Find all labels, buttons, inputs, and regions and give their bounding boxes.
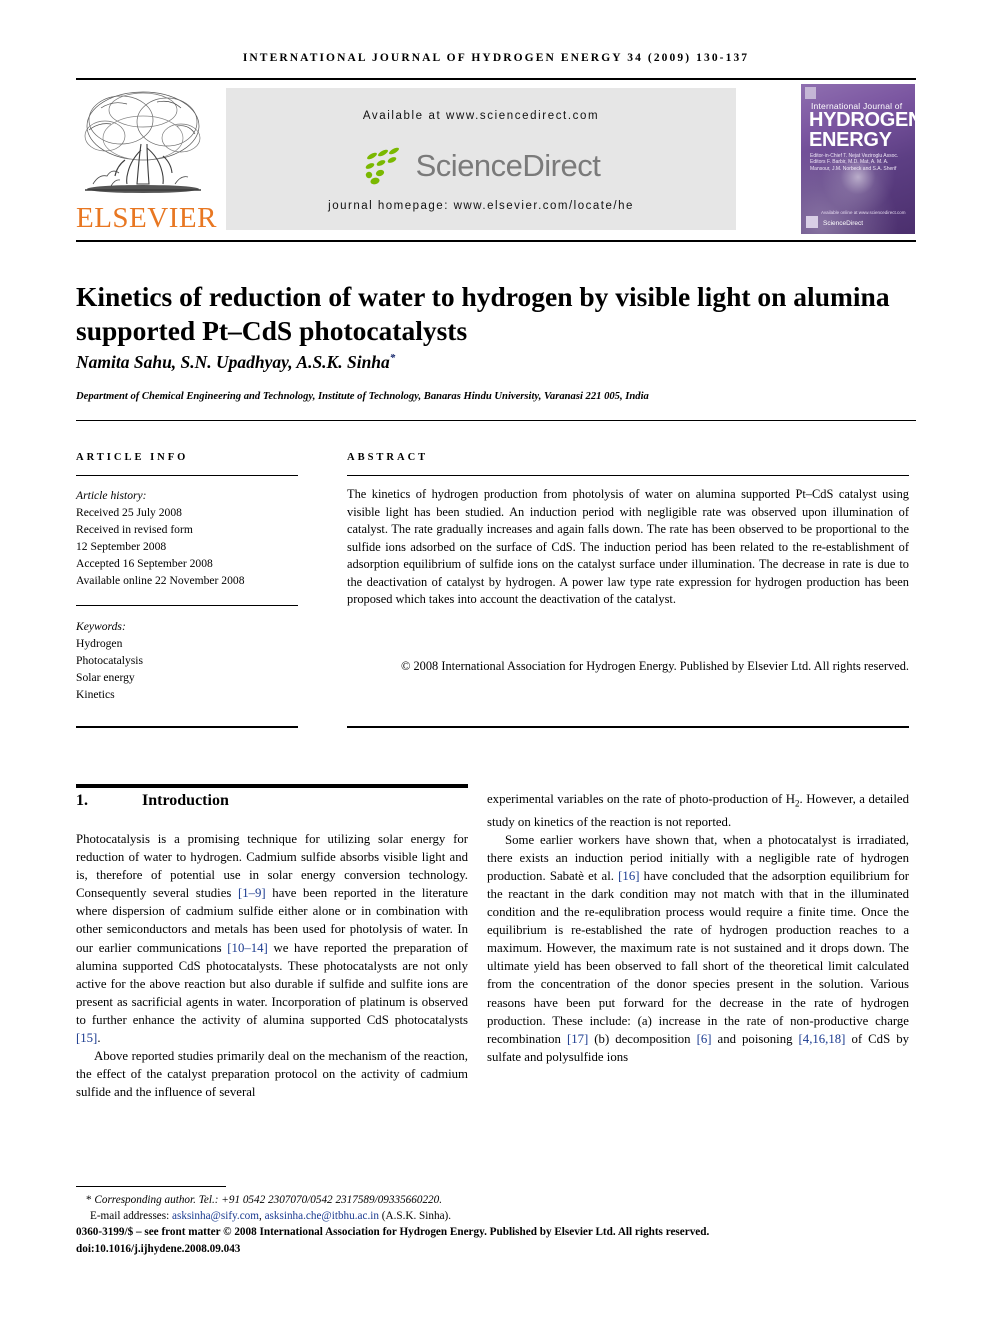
- body-column-left: Photocatalysis is a promising technique …: [76, 830, 468, 1101]
- cover-line-2: HYDROGEN: [809, 109, 915, 131]
- abstract-text: The kinetics of hydrogen production from…: [347, 487, 909, 606]
- article-info-bottom-rule: [76, 726, 298, 728]
- text-run: and poisoning: [711, 1031, 799, 1046]
- affiliation-rule: [76, 420, 916, 421]
- reference-link[interactable]: [6]: [697, 1032, 712, 1046]
- section-title: Introduction: [142, 792, 229, 809]
- author-list: Namita Sahu, S.N. Upadhyay, A.S.K. Sinha…: [76, 352, 906, 373]
- corresponding-author-note: * Corresponding author. Tel.: +91 0542 2…: [76, 1192, 916, 1208]
- masthead: ELSEVIER Available at www.sciencedirect.…: [76, 84, 916, 236]
- masthead-rule: [76, 240, 916, 242]
- journal-cover-image: International Journal of HYDROGEN ENERGY…: [801, 84, 915, 234]
- email-note: E-mail addresses: asksinha@sify.com, ask…: [76, 1208, 916, 1224]
- article-history-line: Available online 22 November 2008: [76, 574, 245, 588]
- footnote-block: * Corresponding author. Tel.: +91 0542 2…: [76, 1192, 916, 1257]
- elsevier-logo: ELSEVIER: [76, 84, 217, 236]
- iahe-badge-icon: [805, 87, 816, 99]
- journal-article-page: INTERNATIONAL JOURNAL OF HYDROGEN ENERGY…: [0, 0, 992, 1323]
- body-column-right: experimental variables on the rate of ph…: [487, 790, 909, 1066]
- keywords-rule: [76, 605, 298, 606]
- paragraph: Photocatalysis is a promising technique …: [76, 830, 468, 1047]
- abstract-bottom-rule: [347, 726, 909, 728]
- article-info-heading: ARTICLE INFO: [76, 452, 189, 463]
- keyword-item: Kinetics: [76, 688, 115, 702]
- sciencedirect-leaves-icon: [362, 147, 410, 185]
- reference-link[interactable]: [10–14]: [227, 941, 268, 955]
- available-at-text: Available at www.sciencedirect.com: [362, 110, 600, 122]
- article-history: Article history: Received 25 July 2008 R…: [76, 487, 306, 590]
- cover-editors: Editor-in-Chief T. Nejat Veziroglu Assoc…: [810, 153, 899, 172]
- text-run: have concluded that the adsorption equil…: [487, 868, 909, 1046]
- footnote-rule: [76, 1186, 226, 1187]
- email-link-primary[interactable]: asksinha@sify.com: [172, 1210, 259, 1222]
- keywords-block: Keywords: Hydrogen Photocatalysis Solar …: [76, 618, 306, 703]
- author-names: Namita Sahu, S.N. Upadhyay, A.S.K. Sinha: [76, 352, 390, 372]
- section-heading-rule: [76, 784, 468, 788]
- keyword-item: Photocatalysis: [76, 654, 143, 668]
- section-number: 1.: [76, 792, 88, 809]
- running-head: INTERNATIONAL JOURNAL OF HYDROGEN ENERGY…: [242, 52, 750, 64]
- header-rule: [76, 78, 916, 80]
- footnote-marker: *: [86, 1194, 92, 1206]
- email-label: E-mail addresses:: [90, 1210, 170, 1223]
- article-history-line: Received 25 July 2008: [76, 506, 182, 520]
- issn-copyright-line: 0360-3199/$ – see front matter © 2008 In…: [76, 1226, 710, 1239]
- sciencedirect-wordmark: ScienceDirect: [415, 148, 601, 183]
- corresponding-author-marker: *: [389, 352, 396, 365]
- article-history-line: Accepted 16 September 2008: [76, 557, 213, 571]
- abstract-copyright: © 2008 International Association for Hyd…: [400, 659, 909, 673]
- cover-line-3: ENERGY: [809, 129, 892, 151]
- email-owner: (A.S.K. Sinha).: [378, 1210, 452, 1223]
- sciencedirect-logo: ScienceDirect: [226, 143, 736, 189]
- keyword-item: Solar energy: [76, 671, 135, 685]
- elsevier-tree-icon: [81, 86, 205, 202]
- iahe-badge-bottom-icon: [806, 216, 818, 228]
- affiliation: Department of Chemical Engineering and T…: [76, 391, 649, 402]
- paragraph: Above reported studies primarily deal on…: [76, 1049, 468, 1100]
- text-run: .: [97, 1031, 101, 1046]
- keywords-label: Keywords:: [76, 620, 126, 633]
- doi-line: doi:10.1016/j.ijhydene.2008.09.043: [76, 1242, 241, 1255]
- reference-link[interactable]: [15]: [76, 1031, 97, 1045]
- reference-link[interactable]: [4,16,18]: [799, 1032, 846, 1046]
- cover-sciencedirect-label: ScienceDirect: [823, 220, 864, 227]
- abstract-heading: ABSTRACT: [347, 452, 429, 463]
- footnote-text: Corresponding author. Tel.: +91 0542 230…: [94, 1194, 443, 1206]
- reference-link[interactable]: [16]: [618, 869, 639, 883]
- email-link-secondary[interactable]: asksinha.che@itbhu.ac.in: [265, 1210, 379, 1222]
- article-history-line: Received in revised form: [76, 523, 193, 537]
- keyword-item: Hydrogen: [76, 637, 123, 651]
- paragraph: Some earlier workers have shown that, wh…: [487, 831, 909, 1066]
- paragraph: experimental variables on the rate of ph…: [487, 790, 909, 831]
- cover-sciencedirect-small: Available online at www.sciencedirect.co…: [821, 210, 906, 215]
- article-history-label: Article history:: [76, 489, 147, 502]
- article-info-rule: [76, 475, 298, 476]
- journal-homepage-text: journal homepage: www.elsevier.com/locat…: [328, 200, 634, 212]
- abstract-rule: [347, 475, 909, 476]
- elsevier-wordmark: ELSEVIER: [76, 202, 217, 234]
- article-history-line: 12 September 2008: [76, 540, 167, 554]
- text-run: experimental variables on the rate of ph…: [487, 792, 796, 806]
- reference-link[interactable]: [1–9]: [238, 886, 266, 900]
- sciencedirect-banner: Available at www.sciencedirect.com Scien…: [226, 88, 736, 230]
- text-run: (b) decomposition: [588, 1031, 697, 1046]
- page-title: Kinetics of reduction of water to hydrog…: [76, 281, 890, 347]
- reference-link[interactable]: [17]: [567, 1032, 588, 1046]
